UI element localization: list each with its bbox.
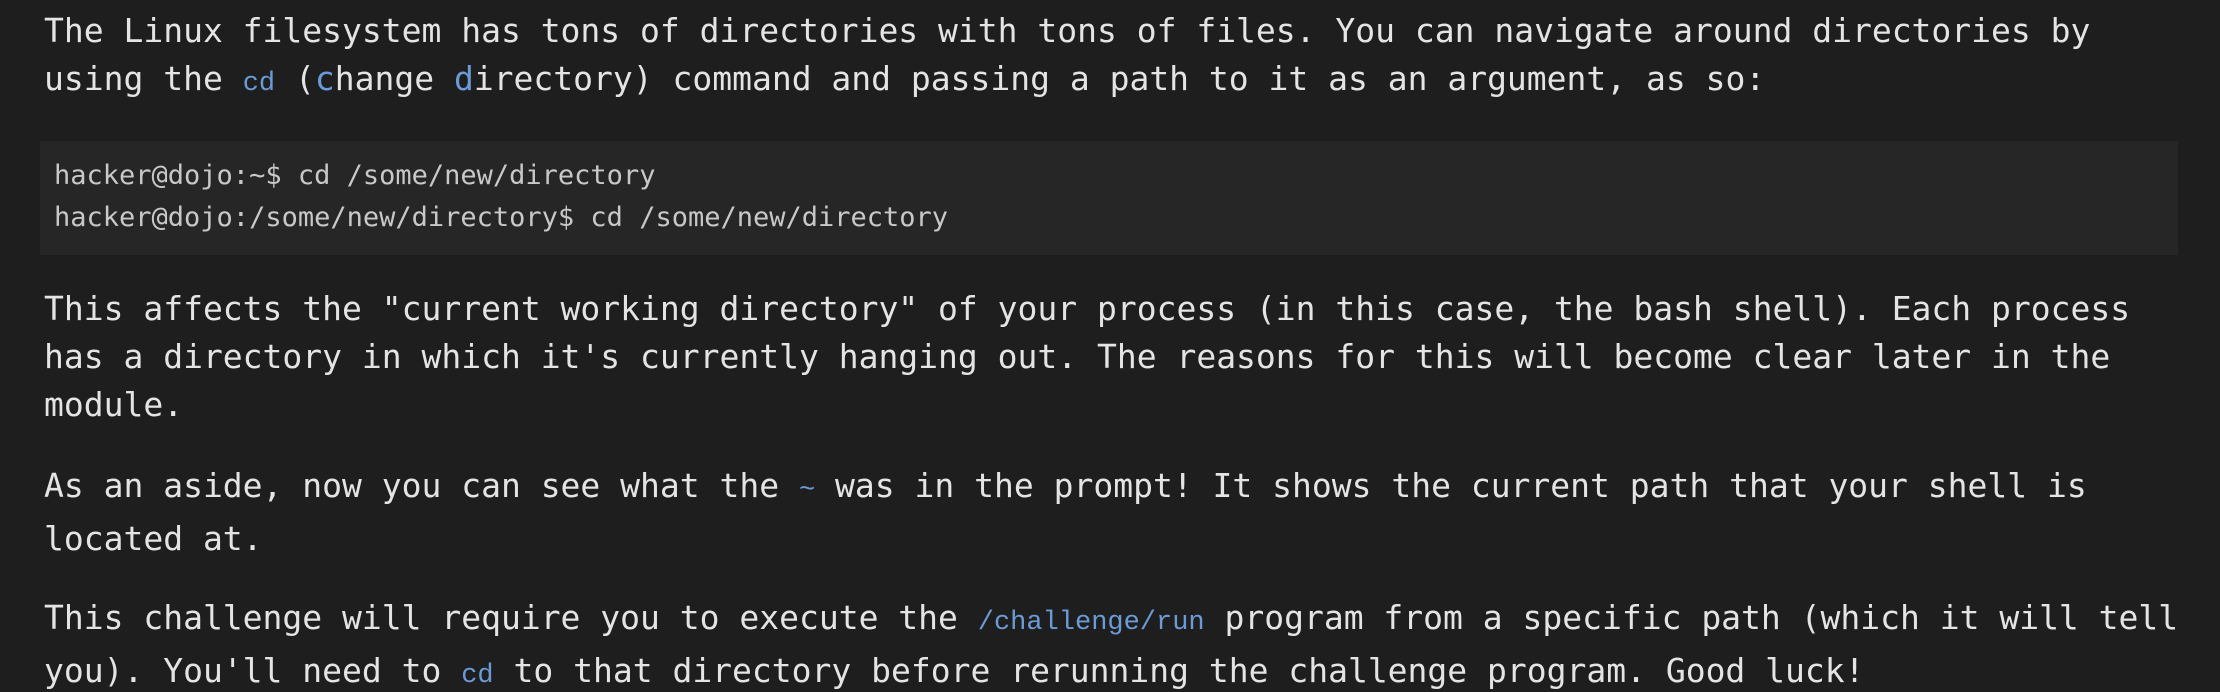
intro-paren-text: (: [275, 59, 315, 98]
cwd-paragraph: This affects the "current working direct…: [44, 289, 2131, 424]
challenge-run-inline-code: /challenge/run: [977, 608, 1205, 638]
intro-hange-text: hange: [334, 59, 454, 98]
tilde-inline-code: ~: [798, 476, 816, 506]
intro-rest-text: irectory) command and passing a path to …: [473, 59, 1766, 98]
highlight-d-letter: d: [453, 59, 474, 98]
challenge-rest-text: to that directory before rerunning the c…: [493, 651, 1865, 690]
code-line: hacker@dojo:~$ cd /some/new/directory: [54, 160, 656, 191]
aside-paragraph: As an aside, now you can see what the ~ …: [44, 462, 2194, 563]
cd-inline-code: cd: [461, 661, 494, 691]
code-block[interactable]: hacker@dojo:~$ cd /some/new/directory ha…: [40, 141, 2178, 255]
cd-inline-code: cd: [242, 69, 276, 99]
highlight-c-letter: c: [314, 59, 335, 98]
challenge-text: This challenge will require you to execu…: [44, 598, 978, 637]
challenge-paragraph: This challenge will require you to execu…: [44, 594, 2194, 692]
intro-paragraph: The Linux filesystem has tons of directo…: [44, 7, 2194, 108]
aside-text: As an aside, now you can see what the: [44, 466, 799, 505]
code-line: hacker@dojo:/some/new/directory$ cd /som…: [54, 202, 949, 233]
challenge-description: The Linux filesystem has tons of directo…: [40, 7, 2194, 692]
